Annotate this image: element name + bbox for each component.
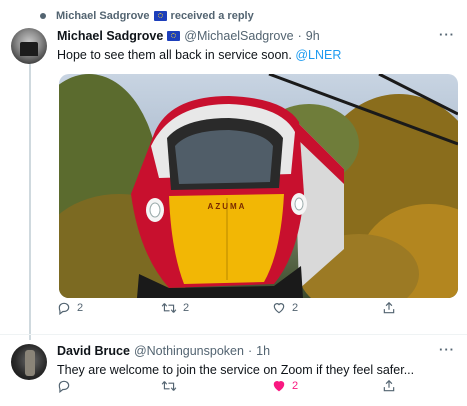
reply-context: Michael Sadgrove received a reply bbox=[40, 8, 254, 24]
tweet-time[interactable]: 9h bbox=[306, 29, 320, 43]
eu-flag-icon bbox=[167, 31, 181, 41]
tweet-header: Michael Sadgrove @MichaelSadgrove · 9h bbox=[57, 29, 320, 43]
reply-header: David Bruce @Nothingunspoken · 1h bbox=[57, 344, 270, 358]
tweet-media-image[interactable]: AZUMA bbox=[59, 74, 458, 298]
mention-link[interactable]: @LNER bbox=[295, 48, 341, 62]
author-name[interactable]: Michael Sadgrove bbox=[57, 29, 163, 43]
retweet-count: 2 bbox=[183, 302, 190, 314]
retweet-button[interactable]: 2 bbox=[161, 301, 189, 315]
train-photo: AZUMA bbox=[59, 74, 458, 298]
reply-text: They are welcome to join the service on … bbox=[57, 363, 415, 377]
separator: · bbox=[247, 344, 253, 358]
share-button[interactable] bbox=[382, 301, 396, 315]
azuma-logo-text: AZUMA bbox=[208, 202, 247, 211]
separator: · bbox=[297, 29, 302, 43]
tweet-text: Hope to see them all back in service soo… bbox=[57, 48, 341, 62]
tweet-divider bbox=[0, 334, 467, 335]
context-author[interactable]: Michael Sadgrove bbox=[56, 10, 150, 22]
author-handle[interactable]: @MichaelSadgrove bbox=[184, 29, 293, 43]
heart-filled-icon bbox=[273, 381, 285, 392]
reply-author-handle[interactable]: @Nothingunspoken bbox=[134, 344, 244, 358]
avatar-david-bruce[interactable] bbox=[11, 344, 47, 380]
heart-icon bbox=[273, 303, 285, 314]
reply-time[interactable]: 1h bbox=[256, 344, 270, 358]
retweet-button[interactable] bbox=[161, 379, 177, 393]
speech-bubble-icon bbox=[58, 380, 70, 393]
context-text: received a reply bbox=[170, 10, 254, 22]
eu-flag-icon bbox=[153, 11, 167, 21]
tweet-body: Hope to see them all back in service soo… bbox=[57, 48, 296, 62]
like-count: 2 bbox=[292, 302, 299, 314]
reply-author-name[interactable]: David Bruce bbox=[57, 344, 130, 358]
context-dot-icon bbox=[40, 13, 46, 19]
share-icon bbox=[383, 379, 395, 392]
more-options-icon[interactable]: ··· bbox=[439, 342, 455, 357]
more-options-icon[interactable]: ··· bbox=[439, 27, 455, 42]
reply-button[interactable]: 2 bbox=[57, 301, 83, 315]
like-button[interactable]: 2 bbox=[272, 379, 298, 393]
retweet-icon bbox=[161, 303, 177, 313]
like-count: 2 bbox=[292, 380, 299, 392]
reply-button[interactable] bbox=[57, 379, 71, 393]
share-button[interactable] bbox=[382, 379, 396, 393]
thread-line bbox=[29, 62, 31, 340]
retweet-icon bbox=[161, 381, 177, 391]
share-icon bbox=[383, 301, 395, 314]
speech-bubble-icon bbox=[58, 302, 70, 315]
like-button[interactable]: 2 bbox=[272, 301, 298, 315]
avatar-michael-sadgrove[interactable] bbox=[11, 28, 47, 64]
reply-count: 2 bbox=[77, 302, 84, 314]
